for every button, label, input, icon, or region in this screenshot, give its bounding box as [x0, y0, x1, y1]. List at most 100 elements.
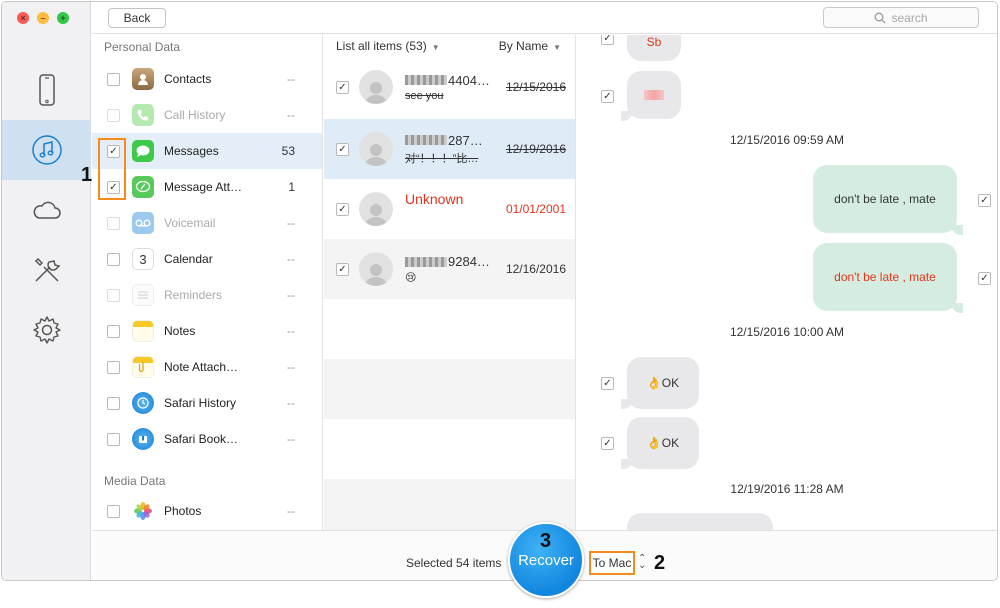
list-header: List all items (53) ▼ By Name ▼	[324, 35, 575, 57]
category-count: --	[287, 288, 295, 302]
empty-row	[324, 359, 575, 419]
category-label: Note Attach…	[164, 360, 239, 374]
section-title-media-data: Media Data	[104, 474, 166, 488]
rail-item-device[interactable]	[2, 60, 91, 120]
message-checkbox[interactable]: ✓	[978, 272, 991, 285]
conversation-detail: ✓ Sb ✓ 12/15/2016 09:59 AM don't be late…	[577, 35, 997, 530]
contacts-icon	[132, 68, 154, 90]
checkbox[interactable]	[107, 324, 120, 338]
category-count: --	[287, 360, 295, 374]
category-count: --	[287, 324, 295, 338]
destination-select[interactable]: To Mac	[589, 551, 635, 575]
category-count: --	[287, 72, 295, 86]
checkbox[interactable]	[107, 360, 120, 374]
category-calendar[interactable]: 3 Calendar --	[92, 241, 322, 277]
timestamp: 12/15/2016 09:59 AM	[729, 133, 845, 147]
search-field[interactable]: search	[823, 7, 979, 28]
contact-name: 287…	[405, 133, 493, 148]
checkbox[interactable]: ✓	[336, 80, 349, 94]
avatar	[359, 252, 393, 286]
checkbox[interactable]	[107, 432, 120, 446]
iphone-icon	[38, 74, 55, 106]
category-contacts[interactable]: Contacts --	[92, 61, 322, 97]
zoom-window-button[interactable]: +	[57, 12, 69, 24]
messages-icon	[132, 140, 154, 162]
photos-icon	[132, 500, 154, 522]
minimize-window-button[interactable]: –	[37, 12, 49, 24]
conversation-row[interactable]: ✓ 4404… see you 12/15/2016	[324, 57, 575, 117]
category-label: Calendar	[164, 252, 213, 266]
category-call-history[interactable]: Call History --	[92, 97, 322, 133]
gear-icon	[32, 316, 61, 344]
close-window-button[interactable]: ×	[17, 12, 29, 24]
category-label: Message Att…	[164, 180, 243, 194]
avatar	[359, 70, 393, 104]
rail-item-tools[interactable]	[2, 240, 91, 300]
timestamp: 12/19/2016 11:28 AM	[730, 482, 844, 496]
checkbox[interactable]: ✓	[336, 142, 349, 156]
category-label: Photos	[164, 504, 202, 518]
checkbox[interactable]	[107, 288, 120, 302]
category-count: --	[287, 504, 295, 518]
category-messages[interactable]: ✓ Messages 53	[92, 133, 322, 169]
category-note-attachments[interactable]: Note Attach… --	[92, 349, 322, 385]
rail-item-settings[interactable]	[2, 300, 91, 360]
checkbox[interactable]	[107, 252, 120, 266]
category-safari-bookmarks[interactable]: Safari Book… --	[92, 421, 322, 457]
avatar	[359, 132, 393, 166]
checkbox[interactable]	[107, 72, 120, 86]
message-bubble-incoming: Sb	[627, 35, 681, 61]
rail-item-icloud[interactable]	[2, 180, 91, 240]
category-safari-history[interactable]: Safari History --	[92, 385, 322, 421]
window-controls: × – +	[17, 12, 69, 24]
message-date: 01/01/2001	[505, 202, 566, 216]
voicemail-icon	[132, 212, 154, 234]
message-checkbox[interactable]: ✓	[601, 437, 614, 450]
category-label: Call History	[164, 108, 226, 122]
contact-name: Unknown	[405, 191, 464, 207]
category-label: Messages	[164, 144, 219, 158]
conversation-row[interactable]: ✓ 287… 对“！！！”比… 12/19/2016	[324, 119, 575, 179]
cloud-icon	[33, 201, 61, 219]
checkbox[interactable]: ✓	[336, 262, 349, 276]
sort-dropdown[interactable]: By Name ▼	[499, 39, 561, 53]
step-number-1: 1	[81, 164, 93, 186]
chevron-down-icon: ▼	[553, 43, 561, 52]
avatar	[359, 192, 393, 226]
category-reminders[interactable]: Reminders --	[92, 277, 322, 313]
step-number-2: 2	[654, 552, 666, 574]
message-checkbox[interactable]: ✓	[601, 35, 614, 45]
category-voicemail[interactable]: Voicemail --	[92, 205, 322, 241]
safari-history-icon	[132, 392, 154, 414]
category-notes[interactable]: Notes --	[92, 313, 322, 349]
checkbox[interactable]: ✓	[336, 202, 349, 216]
bubble-tail	[621, 399, 633, 409]
checkbox[interactable]	[107, 108, 120, 122]
message-checkbox[interactable]: ✓	[601, 377, 614, 390]
filter-dropdown[interactable]: List all items (53) ▼	[336, 39, 440, 53]
checkbox[interactable]	[107, 504, 120, 518]
conversation-row[interactable]: ✓ 9284… 😢 12/16/2016	[324, 239, 575, 299]
back-button[interactable]: Back	[108, 8, 166, 28]
conversation-row[interactable]: ✓ Unknown 01/01/2001	[324, 179, 575, 239]
message-checkbox[interactable]: ✓	[978, 194, 991, 207]
rail-item-itunes[interactable]	[2, 120, 91, 180]
notes-icon	[132, 320, 154, 342]
category-message-attachments[interactable]: ✓ Message Att… 1	[92, 169, 322, 205]
message-bubble-outgoing: don't be late , mate	[813, 165, 957, 233]
checkbox[interactable]	[107, 396, 120, 410]
safari-bookmarks-icon	[132, 428, 154, 450]
bubble-tail	[621, 459, 633, 469]
calendar-icon: 3	[132, 248, 154, 270]
message-date: 12/19/2016	[505, 142, 566, 156]
checkbox[interactable]	[107, 216, 120, 230]
contact-name: 9284…	[405, 254, 493, 269]
category-photos[interactable]: Photos --	[92, 493, 322, 529]
note-attachments-icon	[132, 356, 154, 378]
timestamp: 12/15/2016 10:00 AM	[729, 325, 845, 339]
phone-icon	[132, 104, 154, 126]
chevron-up-down-icon[interactable]: ⌃ ⌄	[638, 554, 646, 571]
message-checkbox[interactable]: ✓	[601, 90, 614, 103]
category-label: Safari History	[164, 396, 237, 410]
contact-name: 4404…	[405, 73, 493, 88]
